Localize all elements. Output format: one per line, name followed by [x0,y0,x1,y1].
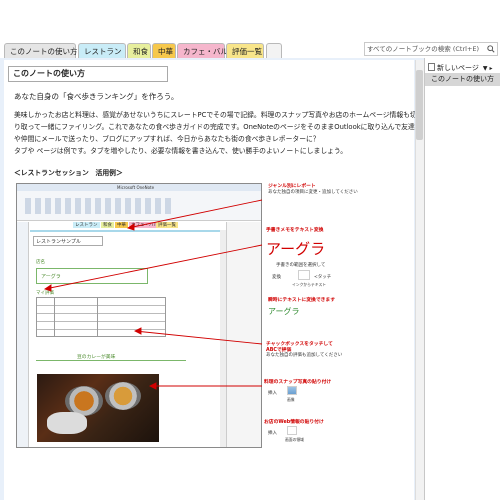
new-page-icon [428,63,435,71]
scrollbar-thumb[interactable] [416,70,423,140]
note-web-insert: 挿入 [268,431,277,436]
note-handwrite-sub: 手書きの範囲を選択して [276,263,326,268]
note-handwrite-title: 手書きメモをテキスト変換 [266,228,324,233]
note-checkbox-sub2: あなた独自の評価も追加してください [266,353,343,358]
note-touch-label: <タッチ [314,275,332,280]
note-convert-label: 変換 [272,275,281,280]
chevron-right-icon: ▸ [489,65,493,72]
arrow-to-table [134,330,263,345]
chevron-down-icon: ▼ [482,65,488,72]
new-page-label: 新しいページ [437,64,479,72]
arrow-head [148,382,157,390]
screen-clip-icon [287,426,297,435]
note-converted-text: アーグラ [268,307,300,316]
note-photo-image: 画像 [287,397,295,402]
arrow-head [126,223,135,231]
arrow-head [43,284,52,292]
search-icon [487,45,495,53]
ink-to-text-icon [298,270,310,280]
note-handwrite-ink: アーグラ [266,240,326,258]
image-icon [287,386,297,395]
note-web-clip: 画面の領域 [285,437,304,442]
page-list-item[interactable]: このノートの使い方 [425,73,500,86]
note-photo-title: 料理のスナップ写真の貼り付け [264,380,332,385]
annotation-arrows [43,199,263,390]
note-genre-sub: あなた独自の項目に変更・追加してください [268,190,358,195]
arrow-to-store [44,244,263,290]
new-page-button[interactable]: 新しいページ ▼ ▸ [428,63,493,73]
note-genre-title: ジャンル別にレポート [268,184,316,189]
arrow-to-tabs [127,199,263,229]
note-instant-convert: 瞬時にテキストに変換できます [268,298,336,303]
note-photo-insert: 挿入 [268,391,277,396]
note-ink-label: インクからテキスト [292,282,327,287]
note-web-title: お店のWeb情報の貼り付け [264,420,324,425]
arrow-head [133,327,142,335]
page-list-panel [424,58,500,500]
